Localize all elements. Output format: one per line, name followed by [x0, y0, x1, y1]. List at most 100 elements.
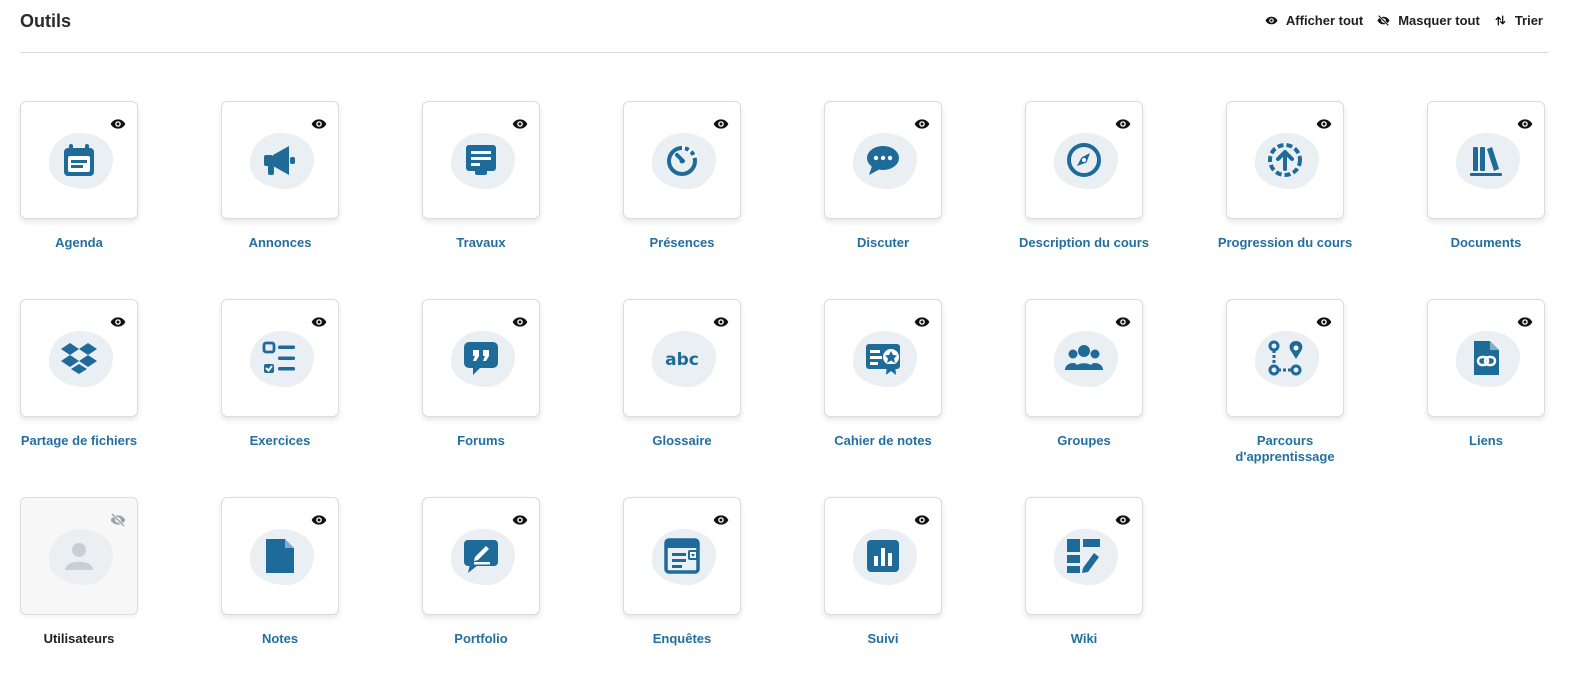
tool-card[interactable] [1025, 299, 1143, 417]
tool-item: Travaux [422, 101, 540, 299]
chat-icon [867, 146, 899, 175]
tool-label[interactable]: Glossaire [612, 433, 752, 449]
tool-label[interactable]: Progression du cours [1215, 235, 1355, 251]
tool-label[interactable]: Groupes [1014, 433, 1154, 449]
attendance-icon [667, 145, 698, 176]
compass-icon [1067, 143, 1101, 177]
tool-card[interactable]: abc [623, 299, 741, 417]
tool-card[interactable] [422, 497, 540, 615]
route-icon [1268, 340, 1303, 376]
megaphone-icon [264, 146, 295, 175]
header: Outils Afficher tout Masquer tout Trier [20, 0, 1549, 53]
eye-icon[interactable] [1113, 314, 1133, 330]
books-icon [1470, 147, 1502, 176]
note-icon [266, 539, 294, 573]
eye-off-icon [1377, 14, 1390, 27]
tool-card[interactable] [221, 101, 339, 219]
tool-label[interactable]: Discuter [813, 235, 953, 251]
eye-icon[interactable] [711, 116, 731, 132]
tool-item: Suivi [824, 497, 942, 695]
sort-button[interactable]: Trier [1494, 13, 1543, 28]
tool-label[interactable]: Travaux [411, 235, 551, 251]
svg-text:abc: abc [665, 350, 699, 370]
eye-icon[interactable] [711, 512, 731, 528]
tool-card[interactable] [20, 497, 138, 615]
glossary-icon: abc [665, 350, 699, 370]
tool-card[interactable] [824, 497, 942, 615]
groups-icon [1065, 345, 1103, 370]
tool-card[interactable] [1025, 101, 1143, 219]
tool-card[interactable] [422, 299, 540, 417]
tool-label[interactable]: Forums [411, 433, 551, 449]
tool-card[interactable] [221, 299, 339, 417]
tool-card[interactable] [1226, 101, 1344, 219]
tool-label[interactable]: Enquêtes [612, 631, 752, 647]
tool-label[interactable]: Présences [612, 235, 752, 251]
tool-item: Utilisateurs [20, 497, 138, 695]
portfolio-icon [464, 540, 498, 573]
tool-label[interactable]: Annonces [210, 235, 350, 251]
eye-icon[interactable] [1113, 512, 1133, 528]
eye-icon[interactable] [1314, 314, 1334, 330]
tool-label[interactable]: Exercices [210, 433, 350, 449]
tool-item: Wiki [1025, 497, 1143, 695]
hide-all-button[interactable]: Masquer tout [1377, 13, 1480, 28]
tool-card[interactable] [1025, 497, 1143, 615]
user-icon [65, 543, 93, 570]
eye-icon[interactable] [912, 512, 932, 528]
tool-card[interactable] [221, 497, 339, 615]
page-title: Outils [20, 11, 72, 31]
tool-card[interactable] [1226, 299, 1344, 417]
tool-card[interactable] [623, 497, 741, 615]
show-all-button[interactable]: Afficher tout [1265, 13, 1363, 28]
tool-label[interactable]: Parcours d'apprentissage [1215, 433, 1355, 465]
dropbox-icon [61, 343, 97, 374]
tool-card[interactable] [1427, 299, 1545, 417]
eye-icon[interactable] [510, 512, 530, 528]
eye-icon[interactable] [1515, 116, 1535, 132]
tool-item: Enquêtes [623, 497, 741, 695]
forum-icon [464, 342, 498, 375]
tool-label[interactable]: Utilisateurs [9, 631, 149, 647]
tool-label[interactable]: Wiki [1014, 631, 1154, 647]
eye-icon[interactable] [510, 314, 530, 330]
tool-item: Portfolio [422, 497, 540, 695]
tool-label[interactable]: Notes [210, 631, 350, 647]
eye-icon[interactable] [1113, 116, 1133, 132]
tools-grid: Agenda Annonces Travaux Présences Discuter De… [20, 101, 1545, 695]
tool-label[interactable]: Documents [1416, 235, 1556, 251]
tool-card[interactable] [623, 101, 741, 219]
survey-icon [664, 538, 700, 574]
tool-label[interactable]: Cahier de notes [813, 433, 953, 449]
tool-label[interactable]: Liens [1416, 433, 1556, 449]
tool-item: abc Glossaire [623, 299, 741, 497]
tool-card[interactable] [824, 101, 942, 219]
eye-icon[interactable] [309, 314, 329, 330]
eye-icon[interactable] [108, 314, 128, 330]
eye-off-icon[interactable] [108, 512, 128, 528]
tool-item: Documents [1427, 101, 1545, 299]
eye-icon[interactable] [510, 116, 530, 132]
calendar-icon [64, 144, 94, 176]
tool-card[interactable] [20, 101, 138, 219]
tool-card[interactable] [824, 299, 942, 417]
tool-card[interactable] [1427, 101, 1545, 219]
tool-label[interactable]: Portfolio [411, 631, 551, 647]
eye-icon[interactable] [912, 116, 932, 132]
tool-item: Liens [1427, 299, 1545, 497]
tool-label[interactable]: Suivi [813, 631, 953, 647]
tool-item: Cahier de notes [824, 299, 942, 497]
certificate-icon [866, 344, 900, 375]
tool-card[interactable] [20, 299, 138, 417]
eye-icon[interactable] [108, 116, 128, 132]
tool-card[interactable] [422, 101, 540, 219]
eye-icon[interactable] [1314, 116, 1334, 132]
eye-icon[interactable] [309, 116, 329, 132]
eye-icon[interactable] [711, 314, 731, 330]
tool-label[interactable]: Agenda [9, 235, 149, 251]
eye-icon[interactable] [309, 512, 329, 528]
eye-icon[interactable] [912, 314, 932, 330]
tool-label[interactable]: Partage de fichiers [9, 433, 149, 449]
eye-icon[interactable] [1515, 314, 1535, 330]
tool-label[interactable]: Description du cours [1014, 235, 1154, 251]
